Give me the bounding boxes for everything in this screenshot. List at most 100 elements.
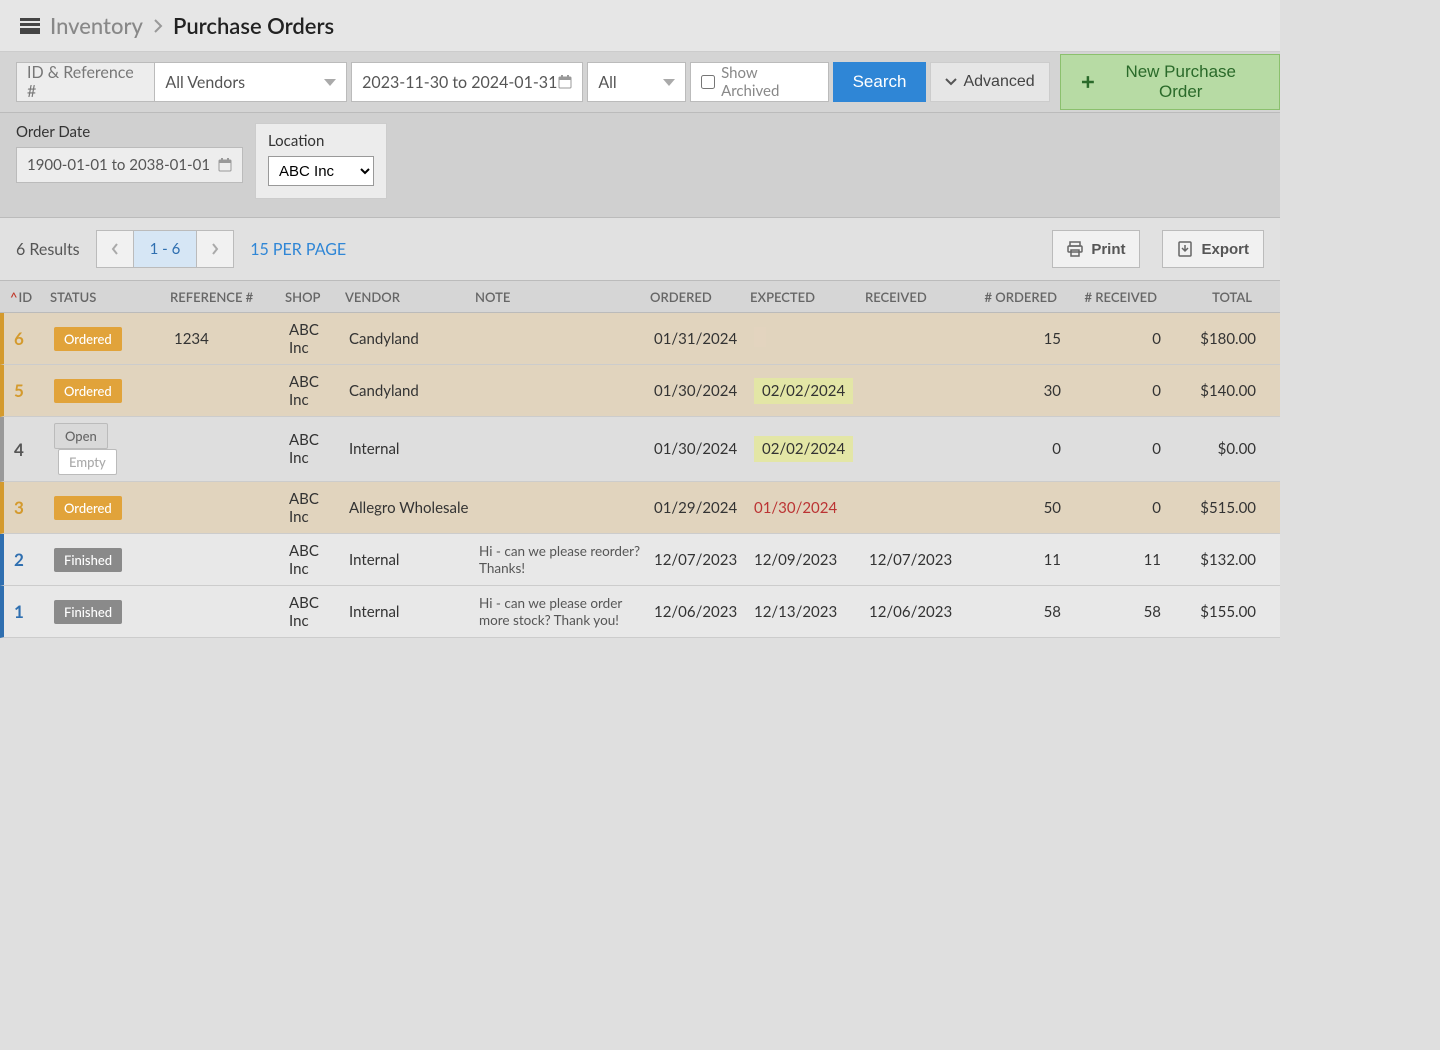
per-page-link[interactable]: 15 PER PAGE: [250, 240, 346, 259]
advanced-button[interactable]: Advanced: [930, 62, 1049, 102]
breadcrumb-bar: Inventory Purchase Orders: [0, 0, 1280, 52]
results-count: 6 Results: [16, 240, 80, 259]
cell-vendor: Internal: [345, 551, 475, 569]
table-row[interactable]: 1FinishedABC IncInternalHi - can we plea…: [0, 586, 1280, 638]
header-n-received[interactable]: # RECEIVED: [1061, 289, 1161, 305]
cell-status: OpenEmpty: [50, 423, 170, 475]
expected-late: 01/30/2024: [754, 499, 837, 517]
print-button-label: Print: [1091, 241, 1125, 258]
chevron-right-icon: [211, 243, 219, 255]
export-button-label: Export: [1201, 241, 1249, 258]
cell-n-received: 0: [1065, 382, 1165, 400]
plus-icon: [1081, 75, 1095, 89]
status-badge: Ordered: [54, 327, 122, 351]
filter-bar: ID & Reference # All Vendors 2023-11-30 …: [0, 52, 1280, 113]
header-note[interactable]: NOTE: [471, 289, 646, 305]
cell-ordered: 12/06/2023: [650, 603, 750, 621]
date-range-value: 2023-11-30 to 2024-01-31: [362, 73, 557, 92]
vendor-select-value: All Vendors: [165, 73, 245, 92]
status-badge: Finished: [54, 548, 122, 572]
order-date-value: 1900-01-01 to 2038-01-01: [27, 156, 210, 174]
cell-n-ordered: 15: [965, 330, 1065, 348]
print-icon: [1067, 241, 1083, 257]
breadcrumb-section[interactable]: Inventory: [50, 12, 143, 39]
cell-status: Ordered: [50, 496, 170, 520]
header-received[interactable]: RECEIVED: [861, 289, 961, 305]
cell-id: 6: [10, 328, 50, 349]
table-row[interactable]: 4OpenEmptyABC IncInternal01/30/202402/02…: [0, 417, 1280, 482]
cell-vendor: Internal: [345, 440, 475, 458]
cell-id: 2: [10, 549, 50, 570]
cell-shop: ABC Inc: [285, 373, 345, 409]
table-row[interactable]: 5OrderedABC IncCandyland01/30/202402/02/…: [0, 365, 1280, 417]
header-vendor[interactable]: VENDOR: [341, 289, 471, 305]
cell-ordered: 01/31/2024: [650, 330, 750, 348]
status-badge: Finished: [54, 600, 122, 624]
show-archived-checkbox[interactable]: [701, 75, 715, 89]
order-date-label: Order Date: [16, 123, 243, 141]
caret-down-icon: [663, 79, 675, 86]
header-total[interactable]: TOTAL: [1161, 289, 1256, 305]
pager-prev-button[interactable]: [97, 231, 133, 267]
cell-vendor: Candyland: [345, 330, 475, 348]
table-row[interactable]: 2Finished ABC IncInternalHi - can we plea…: [0, 534, 1280, 586]
cell-vendor: Candyland: [345, 382, 475, 400]
cell-id: 3: [10, 497, 50, 518]
export-button[interactable]: Export: [1162, 230, 1264, 268]
header-id[interactable]: ^ID: [6, 289, 46, 305]
cell-note: Hi - can we please reorder? Thanks!: [475, 543, 650, 577]
print-button[interactable]: Print: [1052, 230, 1140, 268]
cell-n-received: 0: [1065, 330, 1165, 348]
cell-expected: 01/30/2024: [750, 499, 865, 517]
cell-total: $515.00: [1165, 499, 1260, 517]
status-badge: Ordered: [54, 496, 122, 520]
header-status[interactable]: STATUS: [46, 289, 166, 305]
cell-n-ordered: 11: [965, 551, 1065, 569]
cell-total: $132.00: [1165, 551, 1260, 569]
results-toolbar: 6 Results 1 - 6 15 PER PAGE Print Export: [0, 218, 1280, 281]
location-select[interactable]: ABC Inc: [268, 156, 374, 186]
advanced-filter-panel: Order Date 1900-01-01 to 2038-01-01 Loca…: [0, 113, 1280, 218]
header-expected[interactable]: EXPECTED: [746, 289, 861, 305]
advanced-order-date-group: Order Date 1900-01-01 to 2038-01-01: [16, 123, 243, 199]
table-row[interactable]: 3OrderedABC IncAllegro Wholesale01/29/20…: [0, 482, 1280, 534]
calendar-icon: [558, 75, 572, 89]
cell-id: 1: [10, 601, 50, 622]
header-ordered[interactable]: ORDERED: [646, 289, 746, 305]
new-purchase-order-label: New Purchase Order: [1102, 62, 1259, 102]
cell-n-received: 0: [1065, 499, 1165, 517]
status-select[interactable]: All: [587, 62, 686, 102]
pager-next-button[interactable]: [197, 231, 233, 267]
cell-status: Ordered: [50, 379, 170, 403]
date-range-input[interactable]: 2023-11-30 to 2024-01-31: [351, 62, 583, 102]
header-shop[interactable]: SHOP: [281, 289, 341, 305]
new-purchase-order-button[interactable]: New Purchase Order: [1060, 54, 1280, 110]
cell-shop: ABC Inc: [285, 321, 345, 357]
chevron-right-icon: [153, 19, 163, 33]
vendor-select[interactable]: All Vendors: [154, 62, 347, 102]
header-n-ordered[interactable]: # ORDERED: [961, 289, 1061, 305]
sort-asc-icon: ^: [10, 289, 18, 305]
expected-highlight: 02/02/2024: [754, 436, 853, 462]
cell-id: 4: [10, 439, 50, 460]
cell-status: Ordered: [50, 327, 170, 351]
cell-note: Hi - can we please order more stock? Tha…: [475, 595, 650, 629]
expected-placeholder: [754, 327, 766, 347]
search-button[interactable]: Search: [833, 62, 927, 102]
cell-vendor: Allegro Wholesale: [345, 499, 475, 517]
cell-received: 12/06/2023: [865, 603, 965, 621]
show-archived-toggle[interactable]: Show Archived: [690, 62, 828, 102]
breadcrumb-page: Purchase Orders: [173, 12, 334, 39]
id-reference-input[interactable]: ID & Reference #: [16, 62, 154, 102]
header-reference[interactable]: REFERENCE #: [166, 289, 281, 305]
pager-current[interactable]: 1 - 6: [133, 231, 198, 267]
cell-id: 5: [10, 380, 50, 401]
cell-total: $140.00: [1165, 382, 1260, 400]
table-body: 6Ordered1234ABC IncCandyland01/31/202415…: [0, 313, 1280, 638]
cell-shop: ABC Inc: [285, 542, 345, 578]
table-header: ^ID STATUS REFERENCE # SHOP VENDOR NOTE …: [0, 281, 1280, 313]
table-row[interactable]: 6Ordered1234ABC IncCandyland01/31/202415…: [0, 313, 1280, 365]
order-date-input[interactable]: 1900-01-01 to 2038-01-01: [16, 147, 243, 183]
cell-ordered: 01/29/2024: [650, 499, 750, 517]
advanced-location-group: Location ABC Inc: [255, 123, 387, 199]
